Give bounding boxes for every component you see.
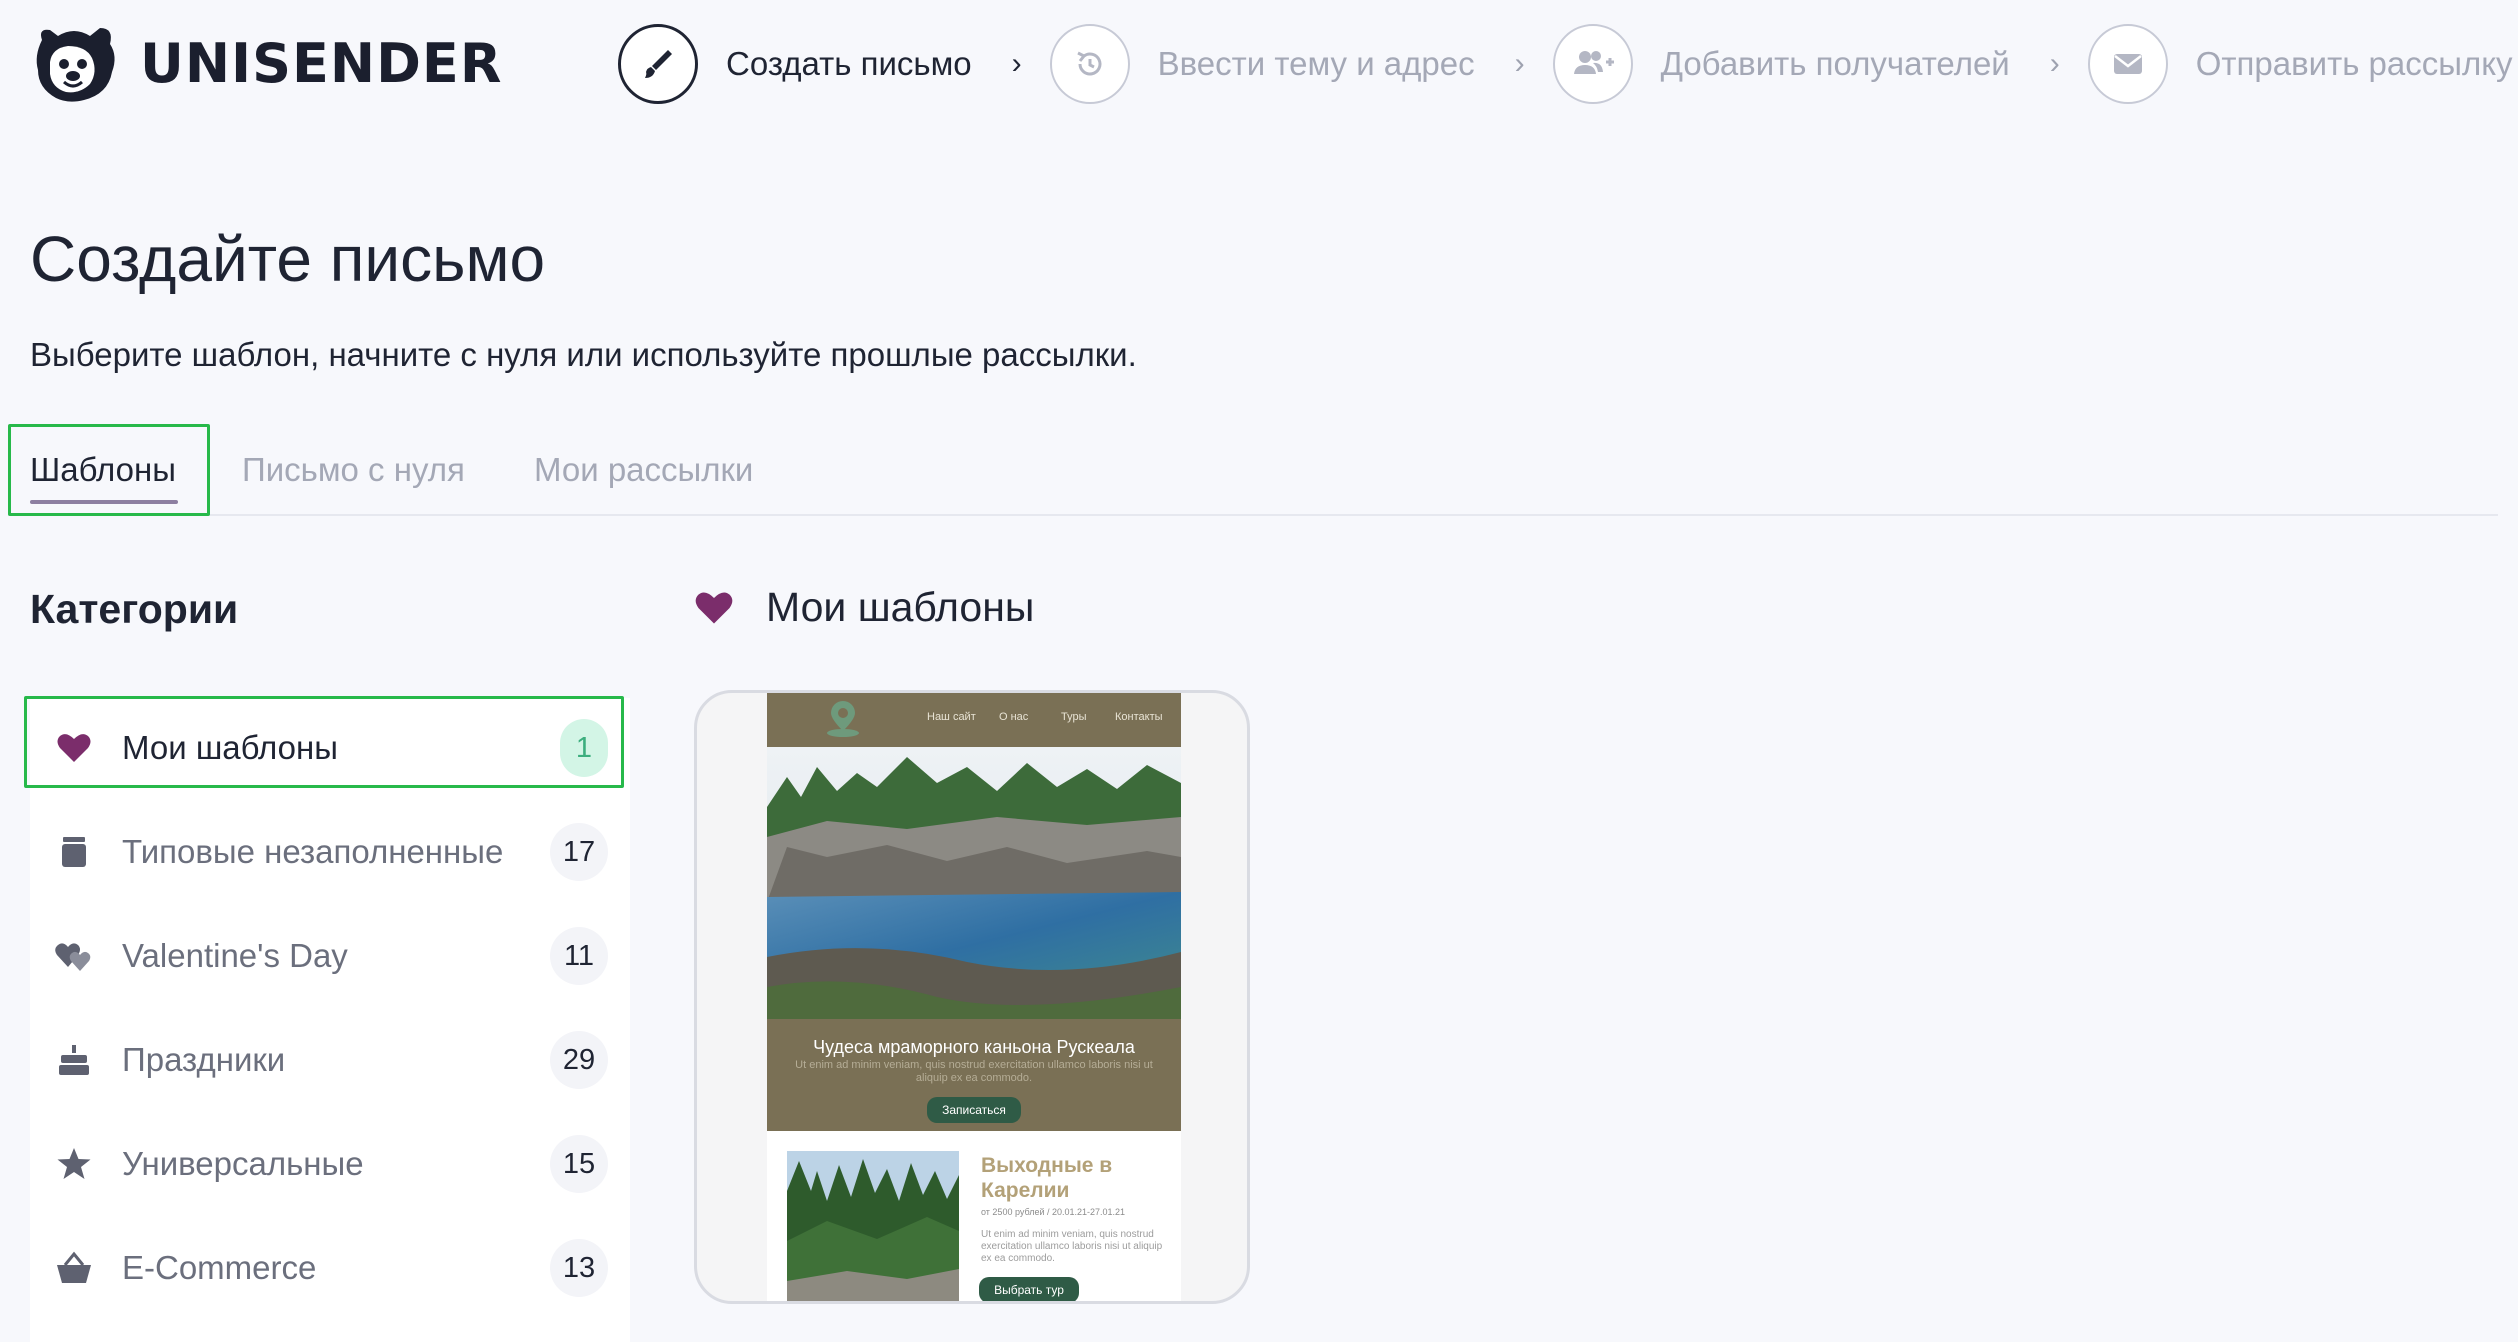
star-icon: [52, 1142, 96, 1186]
tab-my-campaigns[interactable]: Мои рассылки: [534, 424, 753, 516]
category-label: E-Commerce: [122, 1249, 317, 1286]
map-pin-icon: [827, 701, 859, 737]
category-valentines-day[interactable]: Valentine's Day 11: [30, 906, 630, 1006]
brush-icon: [618, 24, 698, 104]
hearts-icon: [52, 934, 96, 978]
category-holidays[interactable]: Праздники 29: [30, 1010, 630, 1110]
email-nav-link: Туры: [1061, 711, 1087, 723]
email-nav-link: Контакты: [1115, 711, 1163, 723]
email-signup-button: Записаться: [927, 1097, 1021, 1123]
category-label: Праздники: [122, 1041, 286, 1078]
email-hero-text: Ut enim ad minim veniam, quis nostrud ex…: [795, 1059, 1153, 1084]
jar-icon: [52, 830, 96, 874]
heart-icon: [695, 592, 733, 624]
envelope-icon: [2087, 24, 2168, 104]
tab-from-scratch[interactable]: Письмо с нуля: [242, 424, 465, 516]
tab-bar: Шаблоны Письмо с нуля Мои рассылки: [8, 424, 2498, 516]
forest-image: [787, 1151, 959, 1301]
email-header: Наш сайт О нас Туры Контакты: [767, 693, 1181, 747]
category-count-badge: 29: [550, 1031, 608, 1089]
email-choose-tour-button: Выбрать тур: [979, 1277, 1079, 1301]
page-title: Создайте письмо: [30, 223, 546, 295]
unisender-logo[interactable]: UNISENDER: [28, 22, 502, 104]
category-count-badge: 17: [550, 823, 608, 881]
category-label: Типовые незаполненные: [122, 833, 504, 870]
template-card[interactable]: Наш сайт О нас Туры Контакты Чудеса мрам…: [694, 690, 1250, 1304]
category-universal[interactable]: Универсальные 15: [30, 1114, 630, 1214]
page: UNISENDER Создать письмо › Ввести тему и…: [0, 0, 2518, 1342]
categories-list: Мои шаблоны 1 Типовые незаполненные 17 V…: [30, 698, 630, 1342]
email-hero-band: Чудеса мраморного каньона Рускеала Ut en…: [767, 1019, 1181, 1131]
page-subtitle: Выберите шаблон, начните с нуля или испо…: [30, 336, 1137, 373]
category-typical-blank[interactable]: Типовые незаполненные 17: [30, 802, 630, 902]
category-count-badge: 13: [550, 1239, 608, 1297]
category-label: Универсальные: [122, 1145, 364, 1182]
chevron-right-icon: ›: [1514, 47, 1525, 80]
step-create-letter[interactable]: Создать письмо: [618, 24, 972, 104]
canyon-lake-image: [767, 747, 1181, 1019]
email-section-price: от 2500 рублей / 20.01.21-27.01.21: [981, 1207, 1126, 1217]
chevron-right-icon: ›: [1011, 47, 1022, 80]
category-label: Мои шаблоны: [122, 729, 338, 766]
basket-icon: [52, 1246, 96, 1290]
brand-name: UNISENDER: [140, 31, 503, 95]
email-section-text: Ut enim ad minim veniam, quis nostrud ex…: [981, 1229, 1163, 1264]
email-nav-link: О нас: [999, 711, 1029, 723]
heart-icon: [52, 726, 96, 770]
step-label: Отправить рассылку: [2195, 45, 2513, 82]
my-templates-heading: Мои шаблоны: [694, 584, 1034, 631]
category-count-badge: 11: [550, 927, 608, 985]
email-preview: Наш сайт О нас Туры Контакты Чудеса мрам…: [767, 693, 1181, 1301]
step-send-campaign[interactable]: Отправить рассылку: [2087, 24, 2513, 104]
step-subject-address[interactable]: Ввести тему и адрес: [1049, 24, 1475, 104]
email-nav-link: Наш сайт: [927, 711, 976, 723]
tab-label: Шаблоны: [30, 451, 176, 488]
tab-label: Письмо с нуля: [242, 451, 465, 488]
dog-logo-icon: [36, 28, 115, 102]
wizard-stepper: Создать письмо › Ввести тему и адрес › Д…: [618, 22, 2513, 106]
step-label: Создать письмо: [726, 45, 972, 82]
refresh-icon: [1049, 24, 1130, 104]
category-ecommerce[interactable]: E-Commerce 13: [30, 1218, 630, 1318]
cake-icon: [52, 1038, 96, 1082]
step-label: Добавить получателей: [1660, 45, 2010, 82]
section-title: Мои шаблоны: [766, 584, 1035, 630]
category-count-badge: 15: [550, 1135, 608, 1193]
tab-active-underline: [30, 500, 178, 504]
tab-label: Мои рассылки: [534, 451, 754, 488]
email-section-title: Выходные в Карелии: [981, 1154, 1113, 1202]
step-add-recipients[interactable]: Добавить получателей: [1552, 24, 2010, 104]
categories-title: Категории: [30, 586, 239, 632]
category-count-badge: 1: [560, 719, 608, 777]
category-my-templates[interactable]: Мои шаблоны 1: [30, 698, 630, 798]
add-users-icon: [1552, 24, 1633, 104]
chevron-right-icon: ›: [2049, 47, 2060, 80]
category-label: Valentine's Day: [122, 937, 348, 974]
email-hero-title: Чудеса мраморного каньона Рускеала: [813, 1037, 1135, 1057]
step-label: Ввести тему и адрес: [1157, 45, 1475, 82]
